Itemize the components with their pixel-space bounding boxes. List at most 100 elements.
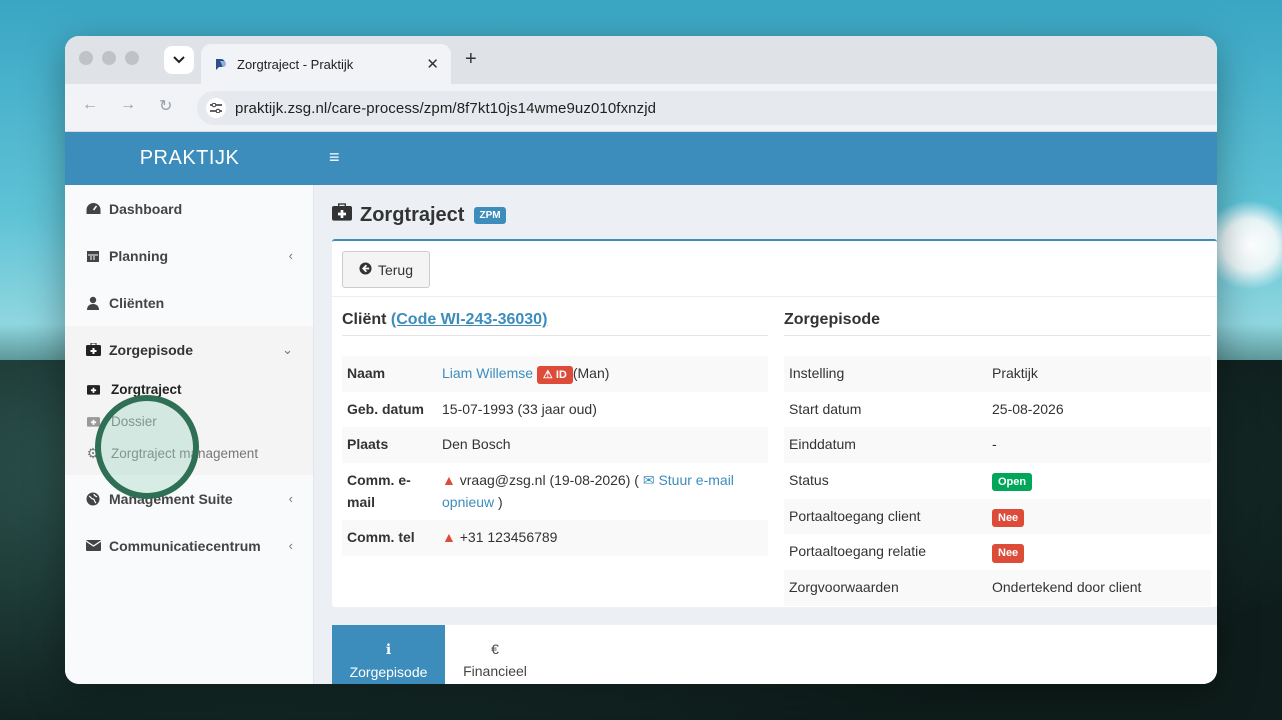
tab-label: Financieel: [463, 663, 527, 679]
client-code-link[interactable]: (Code WI-243-36030): [391, 311, 548, 328]
click-highlight-circle: [95, 395, 199, 499]
portal-client-badge: Nee: [992, 508, 1025, 528]
arrow-circle-left-icon: [359, 261, 372, 278]
app: PRAKTIJK ≡ Dashboard Planning ‹ Cliënten…: [65, 132, 1217, 684]
row-key: Instelling: [784, 356, 987, 392]
new-tab-button[interactable]: +: [465, 48, 477, 71]
client-section: Cliënt (Code WI-243-36030) Naam Liam Wil…: [342, 311, 768, 557]
zpm-badge: ZPM: [474, 206, 506, 224]
envelope-icon: ✉: [642, 472, 655, 489]
warning-icon: ▲: [442, 529, 456, 546]
table-row: Plaats Den Bosch: [342, 427, 768, 464]
gender-text: (Man): [572, 365, 610, 381]
chevron-down-icon: ⌄: [282, 341, 293, 357]
calendar-icon: [85, 249, 101, 263]
user-icon: [85, 296, 101, 310]
row-key: Start datum: [789, 400, 862, 417]
sidebar-item-label: Cliënten: [109, 294, 165, 311]
page-title-text: Zorgtraject: [360, 203, 465, 226]
medkit-icon: [85, 343, 101, 356]
favicon-icon: [213, 57, 227, 71]
sidebar-item-clienten[interactable]: Cliënten: [65, 279, 313, 326]
row-key: Portaaltoegang client: [784, 498, 987, 535]
sidebar-item-management-suite[interactable]: Management Suite ‹: [65, 475, 313, 522]
row-key: Comm. tel: [342, 520, 437, 557]
row-key: Status: [789, 472, 829, 489]
row-value: -: [987, 427, 1211, 464]
sidebar-item-communicatiecentrum[interactable]: Communicatiecentrum ‹: [65, 522, 313, 569]
reload-icon[interactable]: ↻: [159, 96, 172, 116]
table-row: Zorgvoorwaarden Ondertekend door client: [784, 570, 1211, 606]
row-key: Einddatum: [784, 427, 987, 464]
detail-tabs: ℹ Zorgepisode € Financieel: [332, 625, 1217, 684]
row-key: Plaats: [342, 427, 437, 464]
row-value: 25-08-2026: [992, 400, 1064, 417]
dashboard-icon: [85, 202, 101, 215]
panel-header: Terug: [332, 241, 1217, 297]
top-navbar: PRAKTIJK ≡: [65, 132, 1217, 185]
table-row: Comm. tel ▲ +31 123456789: [342, 520, 768, 557]
row-key: Naam: [342, 356, 437, 392]
back-button-label: Terug: [377, 261, 414, 278]
tab-search-button[interactable]: [164, 46, 194, 74]
row-value: Den Bosch: [437, 427, 768, 464]
sidebar-item-label: Communicatiecentrum: [109, 537, 261, 554]
row-value: Nee: [987, 534, 1211, 570]
row-value: 15-07-1993 (33 jaar oud): [442, 400, 597, 417]
chevron-left-icon: ‹: [288, 538, 293, 553]
browser-window: Zorgtraject - Praktijk ✕ + ← → ↻ praktij…: [65, 36, 1217, 684]
forward-arrow-icon[interactable]: →: [120, 96, 136, 114]
row-key: Geb. datum: [347, 400, 425, 417]
row-value: Ondertekend door client: [987, 570, 1211, 606]
tab-label: Zorgepisode: [349, 663, 428, 680]
episode-heading: Zorgepisode: [784, 311, 1211, 336]
row-value: ▲ vraag@zsg.nl (19-08-2026) ( ✉ Stuur e-…: [442, 472, 734, 510]
site-settings-icon[interactable]: [206, 98, 226, 118]
row-key: Portaaltoegang relatie: [789, 543, 926, 560]
sidebar-subitem-zorgtraject[interactable]: Zorgtraject: [65, 373, 313, 405]
info-icon: ℹ: [385, 640, 392, 657]
status-badge: Open: [992, 473, 1033, 492]
table-row: Status Open: [784, 463, 1211, 499]
brand-logo[interactable]: PRAKTIJK: [65, 147, 314, 170]
sidebar-item-planning[interactable]: Planning ‹: [65, 232, 313, 279]
sidebar-item-label: Planning: [109, 247, 169, 264]
tab-financieel[interactable]: € Financieel: [445, 625, 545, 684]
table-row: Instelling Praktijk: [784, 356, 1211, 392]
sidebar-item-zorgepisode[interactable]: Zorgepisode ⌄: [65, 326, 313, 373]
address-bar: ← → ↻ praktijk.zsg.nl/care-process/zpm/8…: [65, 84, 1217, 132]
browser-tab[interactable]: Zorgtraject - Praktijk ✕: [201, 44, 451, 84]
row-value: Open: [987, 463, 1211, 499]
table-row: Portaaltoegang client Nee: [784, 498, 1211, 535]
row-key: Zorgvoorwaarden: [784, 570, 987, 606]
globe-icon: [85, 492, 101, 506]
menu-toggle-icon[interactable]: ≡: [329, 147, 340, 168]
back-arrow-icon[interactable]: ←: [82, 96, 98, 114]
id-warning-badge[interactable]: ⚠ ID: [536, 366, 573, 385]
detail-panel: Terug Cliënt (Code WI-243-36030) Naam Li…: [332, 239, 1217, 607]
close-tab-icon[interactable]: ✕: [426, 55, 439, 73]
back-button[interactable]: Terug: [342, 251, 430, 288]
client-table: Naam Liam Willemse ⚠ ID (Man) Geb. datum …: [342, 356, 768, 557]
main-content: Zorgtraject ZPM Terug Cliënt (Code WI-24…: [314, 185, 1217, 684]
chevron-left-icon: ‹: [288, 491, 293, 506]
client-name-link[interactable]: Liam Willemse: [442, 365, 533, 381]
url-field[interactable]: praktijk.zsg.nl/care-process/zpm/8f7kt10…: [197, 91, 1217, 125]
envelope-icon: [85, 540, 101, 551]
table-row: Start datum 25-08-2026: [784, 392, 1211, 428]
row-key: Comm. e-mail: [347, 472, 411, 510]
table-row: Portaaltoegang relatie Nee: [784, 534, 1211, 570]
row-value: ▲ +31 123456789: [437, 520, 768, 557]
tab-zorgepisode[interactable]: ℹ Zorgepisode: [332, 625, 445, 684]
tab-title: Zorgtraject - Praktijk: [237, 56, 354, 72]
client-heading: Cliënt (Code WI-243-36030): [342, 311, 768, 336]
table-row: Einddatum -: [784, 427, 1211, 464]
table-row: Naam Liam Willemse ⚠ ID (Man): [342, 356, 768, 392]
sidebar-item-label: Dashboard: [109, 200, 183, 217]
euro-icon: €: [491, 641, 499, 657]
page-title: Zorgtraject ZPM: [332, 203, 506, 227]
sidebar-item-dashboard[interactable]: Dashboard: [65, 185, 313, 232]
medkit-icon: [332, 203, 352, 227]
window-controls[interactable]: [79, 51, 139, 65]
portal-relation-badge: Nee: [992, 544, 1025, 563]
